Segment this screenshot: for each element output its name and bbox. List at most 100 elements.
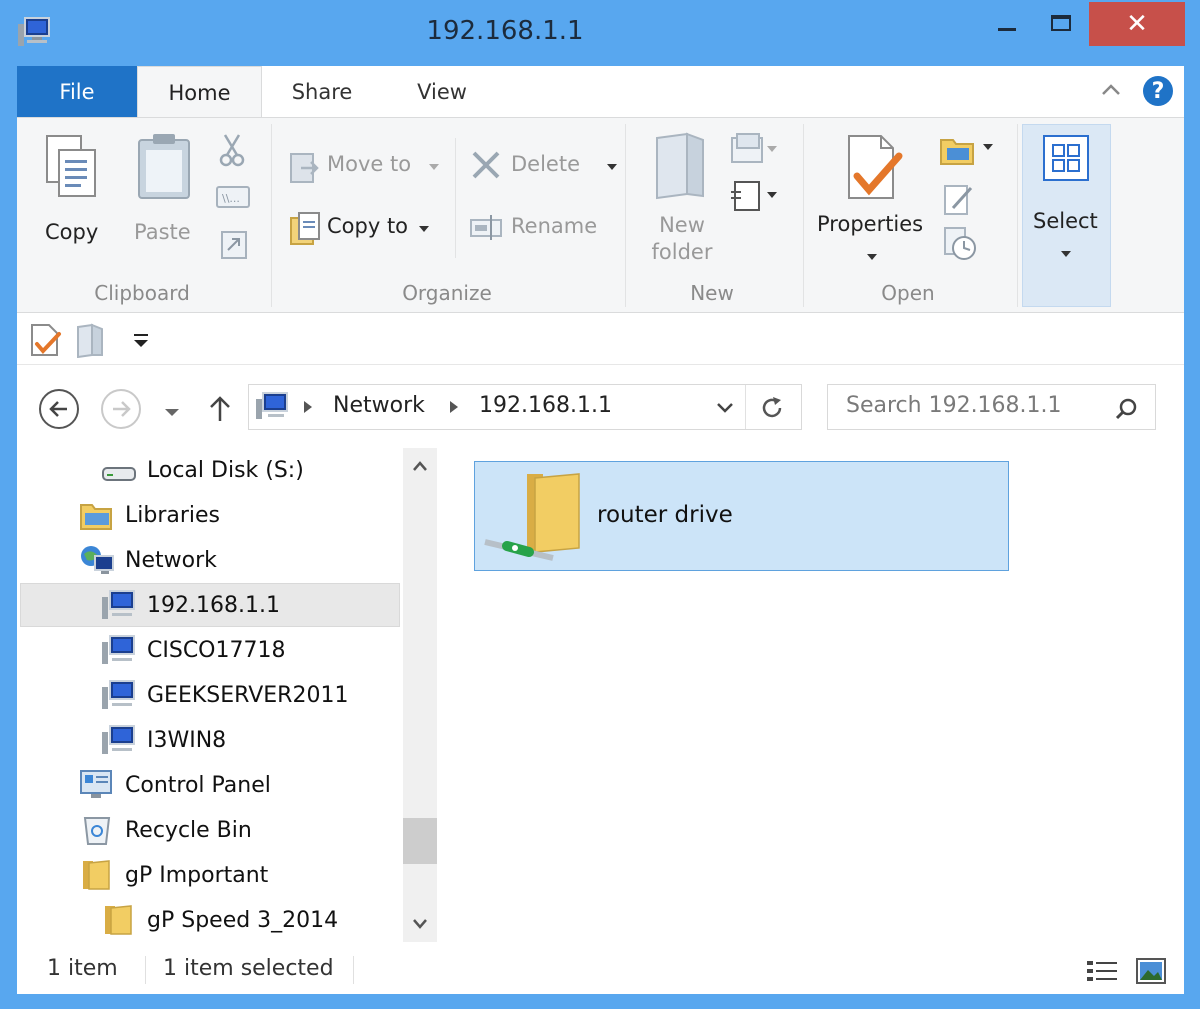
properties-icon xyxy=(848,135,903,199)
tree-item-libraries[interactable]: Libraries xyxy=(79,495,220,535)
paste-button[interactable]: Paste xyxy=(125,128,201,258)
scrollbar-thumb[interactable] xyxy=(403,818,437,864)
breadcrumb-current[interactable]: 192.168.1.1 xyxy=(479,393,612,418)
chevron-down-icon xyxy=(419,226,429,232)
tree-label: Libraries xyxy=(125,502,221,528)
tree-label: I3WIN8 xyxy=(147,727,227,753)
rename-label: Rename xyxy=(511,214,598,238)
tree-item-local-disk-s[interactable]: Local Disk (S:) xyxy=(101,450,304,490)
tree-item-gp-speed-3-2014[interactable]: gP Speed 3_2014 xyxy=(101,900,338,940)
tree-item-192-168-1-1[interactable]: 192.168.1.1 xyxy=(101,585,280,625)
item-count: 1 item xyxy=(47,956,118,981)
details-view-icon[interactable] xyxy=(1085,958,1119,990)
tab-file[interactable]: File xyxy=(17,66,137,117)
paste-shortcut-icon[interactable] xyxy=(219,228,249,264)
delete-button[interactable]: Delete xyxy=(469,146,619,186)
close-icon: ✕ xyxy=(1126,9,1148,39)
recent-locations-icon[interactable] xyxy=(163,404,181,423)
file-item-label: router drive xyxy=(597,502,733,528)
tree-item-cisco17718[interactable]: CISCO17718 xyxy=(101,630,285,670)
tree-item-i3win8[interactable]: I3WIN8 xyxy=(101,720,226,760)
tree-item-gp-important[interactable]: gP Important xyxy=(79,855,268,895)
new-folder-icon[interactable] xyxy=(75,322,107,362)
collapse-ribbon-icon[interactable] xyxy=(1099,80,1123,104)
svg-text:\\...: \\... xyxy=(222,192,240,205)
new-folder-label-line2: folder xyxy=(651,240,713,264)
scroll-down-icon[interactable] xyxy=(411,916,429,935)
edit-icon[interactable] xyxy=(943,182,975,220)
move-to-label: Move to xyxy=(327,152,412,176)
cut-icon[interactable] xyxy=(217,132,247,172)
delete-icon xyxy=(472,151,500,179)
close-button[interactable]: ✕ xyxy=(1089,2,1185,46)
back-button[interactable] xyxy=(39,389,79,429)
properties-icon[interactable] xyxy=(29,322,63,362)
delete-label: Delete xyxy=(511,152,580,176)
rename-button[interactable]: Rename xyxy=(469,208,619,248)
tree-item-geekserver2011[interactable]: GEEKSERVER2011 xyxy=(101,675,348,715)
navigation-scrollbar[interactable] xyxy=(403,448,437,942)
tree-label: GEEKSERVER2011 xyxy=(147,682,349,708)
maximize-button[interactable] xyxy=(1038,2,1084,46)
scroll-up-icon[interactable] xyxy=(411,458,429,477)
network-icon xyxy=(79,544,115,576)
move-to-button[interactable]: Move to xyxy=(285,146,445,186)
select-button[interactable]: Select xyxy=(1022,124,1111,307)
window-title: 192.168.1.1 xyxy=(426,16,584,46)
tree-item-recycle-bin[interactable]: Recycle Bin xyxy=(79,810,252,850)
easy-access-icon[interactable] xyxy=(729,178,779,218)
tree-item-network[interactable]: Network xyxy=(79,540,217,580)
new-folder-button[interactable]: New folder xyxy=(637,128,727,268)
properties-button[interactable]: Properties xyxy=(813,128,931,268)
new-group-label: New xyxy=(690,281,734,305)
chevron-down-icon xyxy=(607,164,617,170)
tab-view[interactable]: View xyxy=(387,66,497,118)
tab-share[interactable]: Share xyxy=(267,66,377,118)
computer-icon xyxy=(255,391,289,427)
copy-icon xyxy=(46,135,96,197)
tree-item-control-panel[interactable]: Control Panel xyxy=(79,765,271,805)
help-icon[interactable]: ? xyxy=(1143,76,1173,106)
copy-button[interactable]: Copy xyxy=(35,128,111,258)
address-bar[interactable]: Network 192.168.1.1 xyxy=(248,384,802,430)
copy-to-button[interactable]: Copy to xyxy=(285,208,445,248)
history-icon[interactable] xyxy=(943,226,977,266)
status-bar: 1 item 1 item selected xyxy=(17,946,1184,994)
maximize-icon xyxy=(1051,15,1071,31)
search-icon[interactable] xyxy=(1114,397,1138,425)
computer-icon xyxy=(101,634,137,666)
address-history-icon[interactable] xyxy=(715,399,735,421)
breadcrumb-separator-icon[interactable] xyxy=(301,397,315,417)
search-input[interactable]: Search 192.168.1.1 xyxy=(827,384,1156,430)
open-icon[interactable] xyxy=(939,132,995,172)
chevron-down-icon xyxy=(1061,251,1071,257)
copy-label: Copy xyxy=(45,220,99,244)
minimize-button[interactable] xyxy=(984,2,1030,46)
breadcrumb-network[interactable]: Network xyxy=(333,393,425,418)
navigation-bar: Network 192.168.1.1 Search 192.168.1.1 xyxy=(17,366,1184,448)
breadcrumb-separator-icon[interactable] xyxy=(447,397,461,417)
tab-home[interactable]: Home xyxy=(137,66,262,118)
up-arrow-icon[interactable] xyxy=(207,394,233,428)
libraries-icon xyxy=(79,499,115,531)
group-divider xyxy=(271,124,272,307)
refresh-icon[interactable] xyxy=(759,395,785,425)
file-item-router-drive[interactable]: router drive xyxy=(474,461,1009,571)
forward-arrow-icon xyxy=(113,401,131,417)
tree-label: Network xyxy=(125,547,217,573)
chevron-down-icon xyxy=(867,254,877,260)
network-share-folder-icon xyxy=(483,468,583,572)
customize-toolbar-icon[interactable] xyxy=(131,332,151,354)
folder-icon xyxy=(101,904,137,936)
forward-button[interactable] xyxy=(101,389,141,429)
title-bar: 192.168.1.1 ✕ xyxy=(0,0,1200,66)
tree-label: Control Panel xyxy=(125,772,271,798)
new-item-icon[interactable] xyxy=(729,132,779,170)
selection-count: 1 item selected xyxy=(163,956,334,981)
quick-access-toolbar xyxy=(17,314,1184,365)
copy-path-icon[interactable]: \\... xyxy=(215,184,251,214)
group-divider xyxy=(1017,124,1018,307)
explorer-window: File Home Share View ? Copy Paste \\... … xyxy=(17,66,1184,994)
large-icons-view-icon[interactable] xyxy=(1135,956,1167,990)
copy-to-label: Copy to xyxy=(327,214,409,238)
